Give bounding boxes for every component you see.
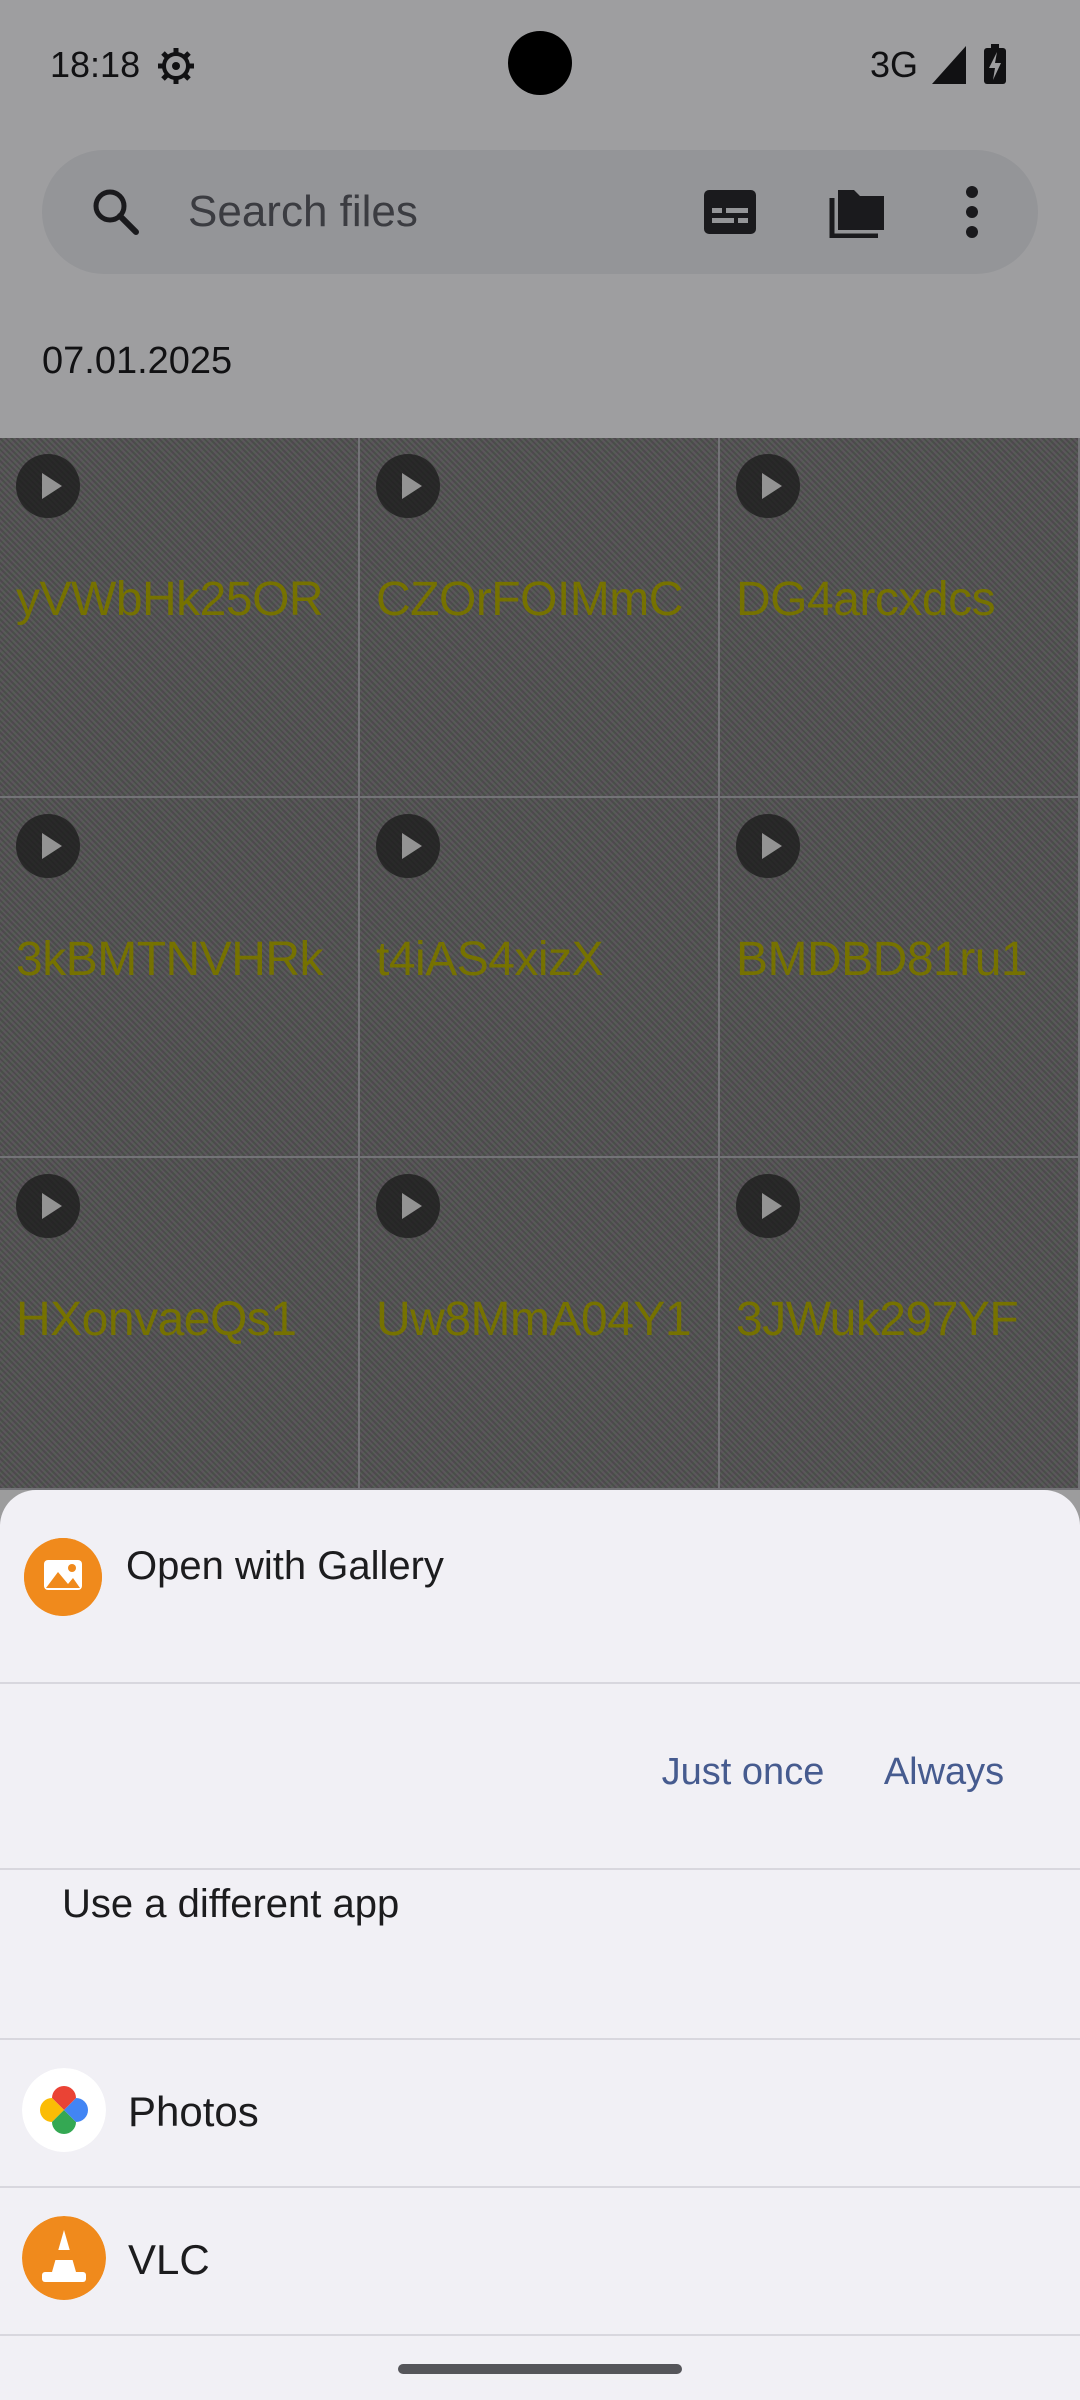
- open-with-header: Open with Gallery: [0, 1490, 1080, 1682]
- app-option-label: Photos: [128, 2088, 259, 2135]
- use-different-app-heading: Use a different app: [62, 1882, 400, 1926]
- divider: [0, 2334, 1080, 2336]
- app-option-photos[interactable]: Photos: [0, 2038, 1080, 2186]
- always-button[interactable]: Always: [854, 1702, 1034, 1842]
- app-option-vlc[interactable]: VLC: [0, 2186, 1080, 2334]
- home-indicator[interactable]: [398, 2364, 682, 2374]
- divider: [0, 1868, 1080, 1870]
- action-buttons: Just once Always: [0, 1682, 1080, 1862]
- app-option-label: VLC: [128, 2236, 210, 2283]
- vlc-cone-icon: [22, 2216, 106, 2300]
- gallery-app-icon: [24, 1538, 102, 1616]
- open-with-title: Open with Gallery: [126, 1544, 444, 1588]
- open-with-bottom-sheet: Open with Gallery Just once Always Use a…: [0, 1490, 1080, 2400]
- google-photos-icon: [22, 2068, 106, 2152]
- just-once-button[interactable]: Just once: [632, 1702, 854, 1842]
